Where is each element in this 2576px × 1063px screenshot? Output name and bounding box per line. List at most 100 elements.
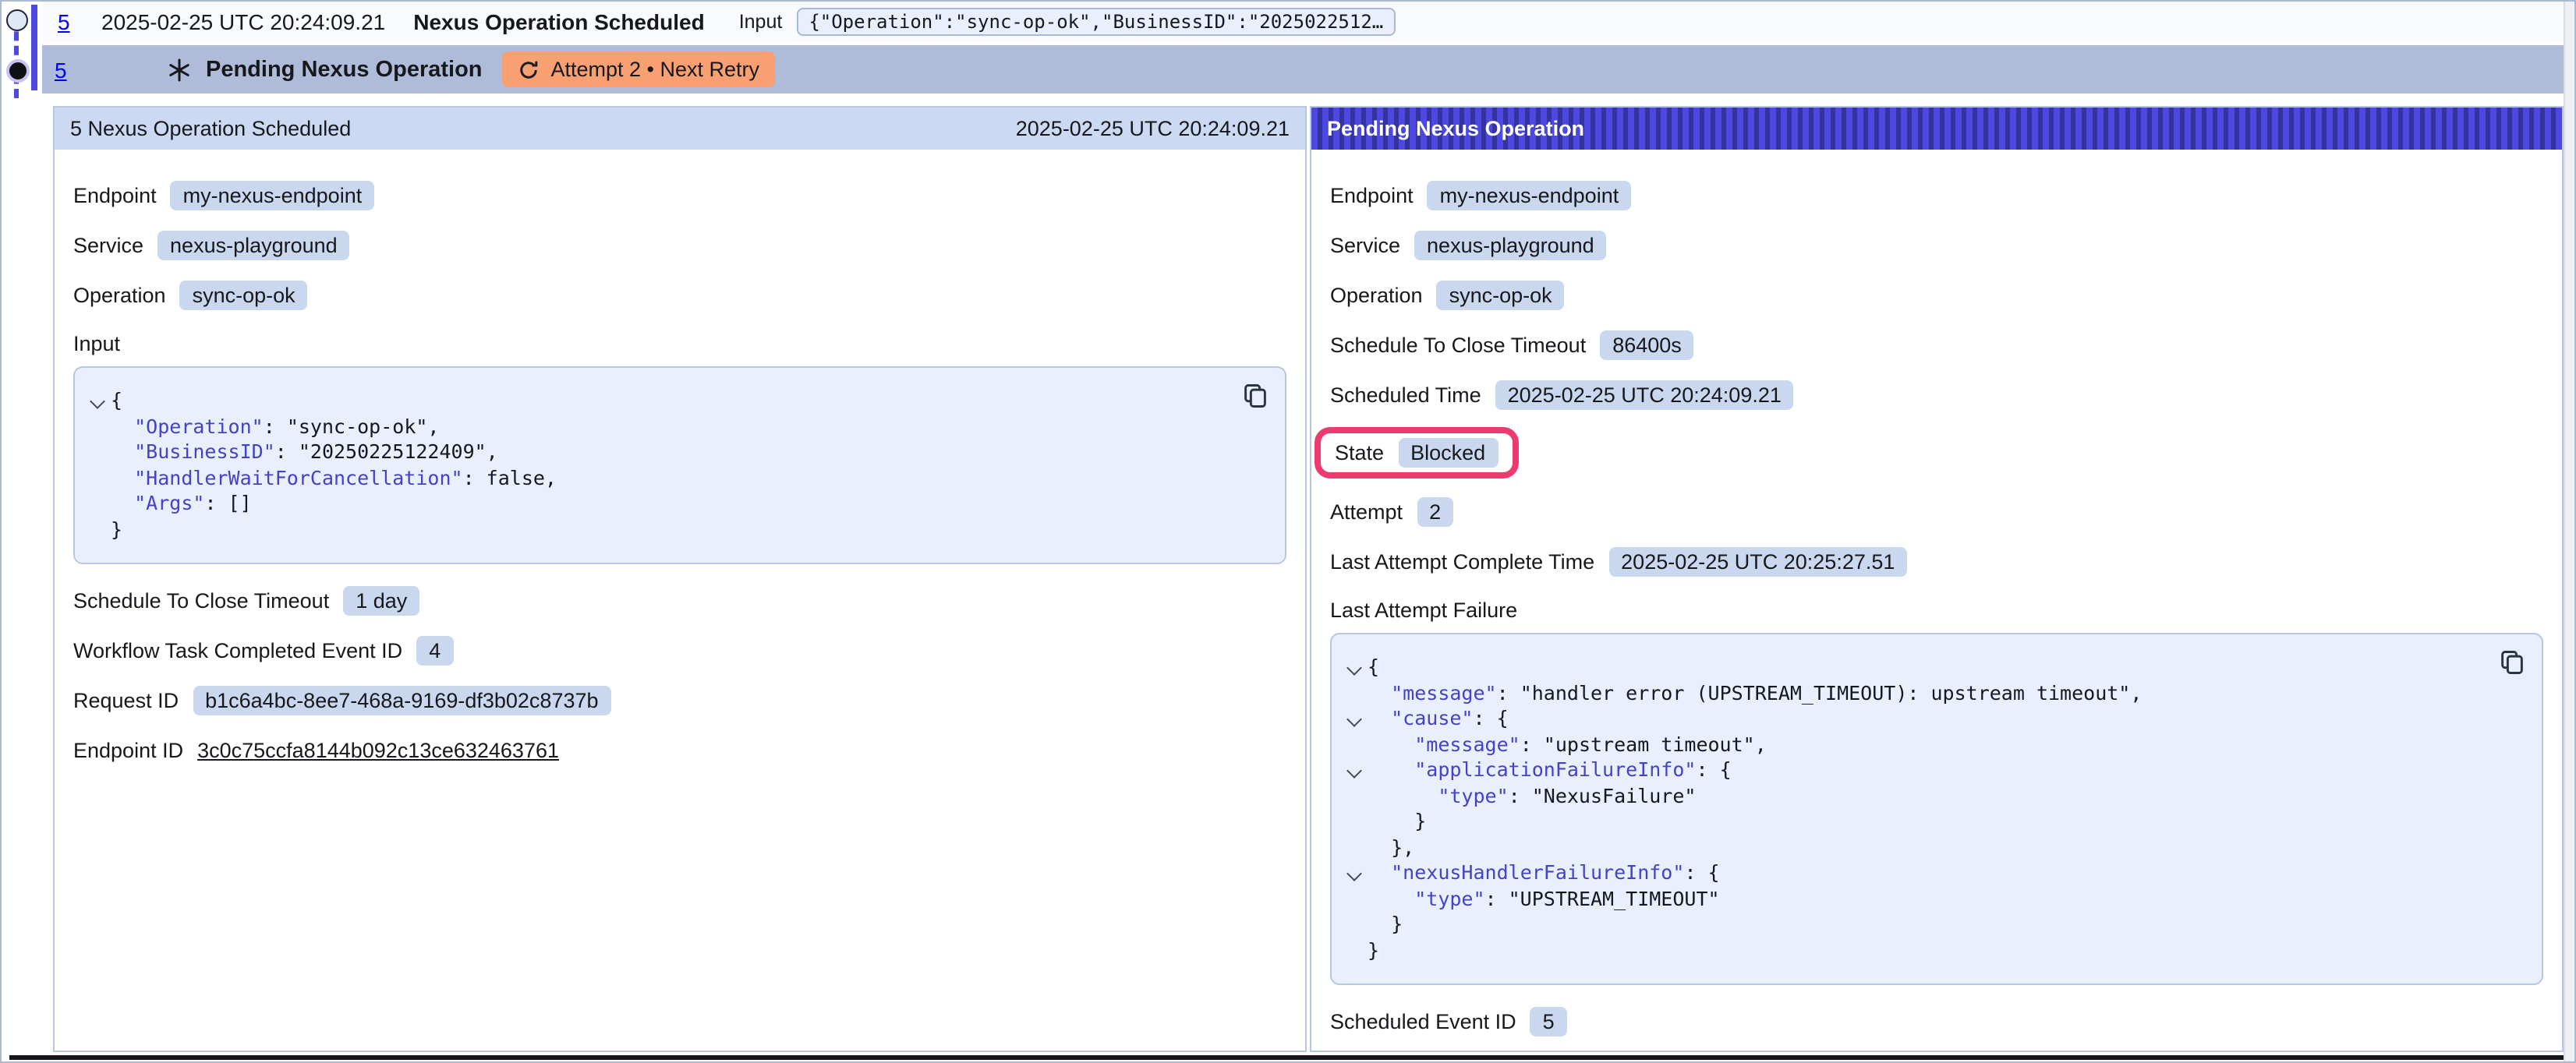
- field-value-badge: 1 day: [343, 585, 419, 615]
- collapse-chevron-icon[interactable]: [1341, 655, 1368, 680]
- state-highlight-box: State Blocked: [1315, 427, 1518, 479]
- scheduled-event-panel: 5 Nexus Operation Scheduled 2025-02-25 U…: [53, 106, 1307, 1052]
- event-marker-filled-icon: [5, 59, 29, 83]
- field-label: Scheduled Event ID: [1330, 1009, 1516, 1033]
- json-line: "nexusHandlerFailureInfo": {: [1341, 860, 2489, 886]
- field-value-badge: sync-op-ok: [180, 280, 308, 309]
- copy-button[interactable]: [2496, 648, 2528, 680]
- failure-json-viewer: { "message": "handler error (UPSTREAM_TI…: [1330, 633, 2543, 985]
- field-label: Endpoint: [73, 183, 157, 207]
- collapse-chevron-icon[interactable]: [1341, 860, 1368, 886]
- field-row-request-id: Request IDb1c6a4bc-8ee7-468a-9169-df3b02…: [73, 683, 1286, 717]
- field-label: Scheduled Time: [1330, 383, 1481, 406]
- bottom-divider: [9, 1055, 2565, 1060]
- panel-title: Pending Nexus Operation: [1327, 117, 1584, 140]
- field-row-schedule-to-close-timeout: Schedule To Close Timeout86400s: [1330, 327, 2543, 362]
- pending-operation-row[interactable]: 5 Pending Nexus Operation Attempt 2 • Ne…: [42, 45, 2564, 94]
- field-value-badge: Blocked: [1398, 438, 1498, 468]
- event-input-preview-badge[interactable]: {"Operation":"sync-op-ok","BusinessID":"…: [796, 8, 1396, 36]
- collapse-chevron-icon[interactable]: [1341, 706, 1368, 732]
- event-marker-outline-icon: [6, 9, 28, 31]
- pending-operation-title: Pending Nexus Operation: [206, 57, 483, 82]
- json-line-text: "type": "UPSTREAM_TIMEOUT": [1368, 886, 1720, 912]
- json-line-text: {: [111, 388, 122, 414]
- event-id-link[interactable]: 5: [58, 9, 76, 34]
- json-line-gutter: [1341, 912, 1368, 938]
- field-label: Endpoint: [1330, 183, 1414, 207]
- json-line-gutter: [84, 414, 111, 440]
- field-row-endpoint: Endpointmy-nexus-endpoint: [73, 178, 1286, 212]
- field-row-attempt: Attempt2: [1330, 494, 2543, 528]
- json-line-gutter: [1341, 835, 1368, 860]
- pending-panel-body: Endpointmy-nexus-endpoint Service nexus-pl…: [1311, 150, 2562, 1051]
- input-section-label: Input: [73, 332, 1286, 355]
- field-row-endpoint: Endpointmy-nexus-endpoint: [1330, 178, 2543, 212]
- field-label: Schedule To Close Timeout: [73, 588, 329, 612]
- field-row-service: Service nexus-playground: [73, 228, 1286, 262]
- json-line-text: "nexusHandlerFailureInfo": {: [1368, 860, 1720, 886]
- event-input-label: Input: [739, 11, 783, 33]
- field-label: Last Attempt Complete Time: [1330, 549, 1594, 573]
- field-label: Attempt: [1330, 500, 1403, 523]
- input-json-viewer: { "Operation": "sync-op-ok", "BusinessID…: [73, 366, 1286, 564]
- field-value-badge: nexus-playground: [157, 230, 350, 260]
- json-line-gutter: [84, 465, 111, 491]
- json-line-gutter: [1341, 680, 1368, 706]
- json-line-text: "type": "NexusFailure": [1368, 783, 1696, 809]
- field-label: State: [1335, 441, 1384, 464]
- json-line: "cause": {: [1341, 706, 2489, 732]
- temporal-event-history-view: 5 2025-02-25 UTC 20:24:09.21 Nexus Opera…: [0, 0, 2576, 1063]
- json-line-gutter: [1341, 938, 1368, 963]
- json-line: "message": "handler error (UPSTREAM_TIME…: [1341, 680, 2489, 706]
- json-line: }: [1341, 912, 2489, 938]
- field-row-scheduled-time: Scheduled Time 2025-02-25 UTC 20:24:09.21: [1330, 377, 2543, 411]
- field-row-operation: Operation sync-op-ok: [73, 277, 1286, 312]
- json-line: }: [1341, 938, 2489, 963]
- field-label: Service: [73, 233, 143, 256]
- json-line: "type": "NexusFailure": [1341, 783, 2489, 809]
- json-line: }: [1341, 809, 2489, 835]
- json-line: "Operation": "sync-op-ok",: [84, 414, 1232, 440]
- copy-button[interactable]: [1240, 382, 1271, 413]
- json-line-text: },: [1368, 835, 1414, 860]
- json-line-text: "cause": {: [1368, 706, 1509, 732]
- field-label: Operation: [1330, 283, 1423, 306]
- json-line: "Args": []: [84, 491, 1232, 517]
- field-row-state: State Blocked: [1330, 427, 2543, 479]
- field-value-badge: 2025-02-25 UTC 20:24:09.21: [1495, 380, 1794, 409]
- collapse-chevron-icon[interactable]: [1341, 758, 1368, 783]
- pending-panel-header: Pending Nexus Operation: [1311, 108, 2562, 150]
- field-label: Service: [1330, 233, 1400, 256]
- json-line: }: [84, 517, 1232, 542]
- field-value-badge: sync-op-ok: [1437, 280, 1565, 309]
- field-row-scheduled-event-id: Scheduled Event ID5: [1330, 1004, 2543, 1038]
- copy-icon: [1241, 382, 1269, 410]
- json-line-text: "Operation": "sync-op-ok",: [111, 414, 440, 440]
- asterisk-icon: [167, 57, 192, 82]
- collapse-chevron-icon[interactable]: [84, 388, 111, 414]
- event-id-link[interactable]: 5: [55, 57, 73, 82]
- field-row-workflow-task-completed-event-id: Workflow Task Completed Event ID4: [73, 633, 1286, 667]
- json-line: "applicationFailureInfo": {: [1341, 758, 2489, 783]
- event-rows: 5 2025-02-25 UTC 20:24:09.21 Nexus Opera…: [42, 2, 2564, 94]
- field-label: Operation: [73, 283, 166, 306]
- json-line-text: "message": "upstream timeout",: [1368, 732, 1767, 758]
- scheduled-panel-header: 5 Nexus Operation Scheduled 2025-02-25 U…: [55, 108, 1305, 150]
- selected-range-indicator: [31, 5, 37, 90]
- field-value-badge: nexus-playground: [1414, 230, 1607, 260]
- field-value-link[interactable]: 3c0c75ccfa8144b092c13ce632463761: [197, 738, 559, 761]
- json-line-gutter: [84, 440, 111, 465]
- scrollbar-track[interactable]: [2564, 2, 2574, 1061]
- field-label: Endpoint ID: [73, 738, 183, 761]
- event-title: Nexus Operation Scheduled: [413, 9, 704, 34]
- json-line-gutter: [1341, 809, 1368, 835]
- event-timestamp: 2025-02-25 UTC 20:24:09.21: [101, 9, 385, 34]
- scheduled-panel-body: Endpointmy-nexus-endpoint Service nexus-pl…: [55, 150, 1305, 798]
- json-line: "message": "upstream timeout",: [1341, 732, 2489, 758]
- json-line-text: "Args": []: [111, 491, 252, 517]
- retry-attempt-badge[interactable]: Attempt 2 • Next Retry: [503, 51, 776, 87]
- json-line-text: {: [1368, 655, 1379, 680]
- event-row-scheduled[interactable]: 5 2025-02-25 UTC 20:24:09.21 Nexus Opera…: [42, 2, 2564, 42]
- json-line: {: [1341, 655, 2489, 680]
- field-row-endpoint-id: Endpoint ID 3c0c75ccfa8144b092c13ce632463…: [73, 733, 1286, 767]
